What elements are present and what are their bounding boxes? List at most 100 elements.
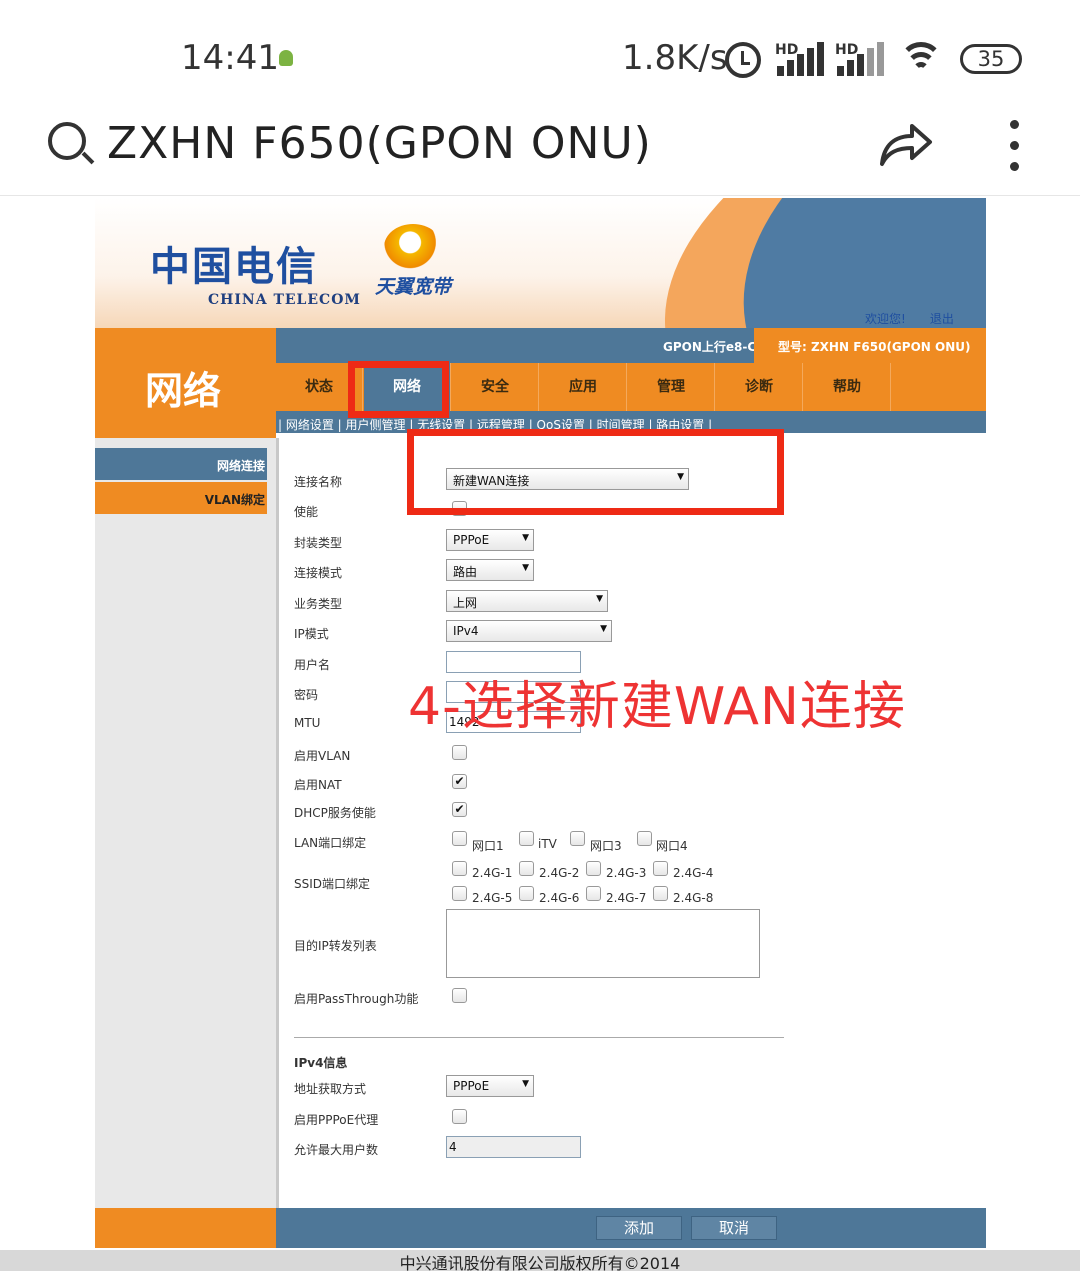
encap-select[interactable]: PPPoE — [446, 529, 534, 551]
tianyi-logo: 天翼宽带 — [375, 224, 451, 299]
tianyi-text: 天翼宽带 — [375, 276, 452, 298]
ssid-checkbox[interactable] — [586, 861, 601, 876]
tab-help[interactable]: 帮助 — [804, 363, 891, 411]
section-title: 网络 — [145, 369, 222, 413]
ssid-checkbox[interactable] — [653, 886, 668, 901]
nat-checkbox[interactable]: ✔ — [452, 774, 467, 789]
addr-method-label: 地址获取方式 — [294, 1082, 367, 1096]
pppoe-proxy-checkbox[interactable] — [452, 1109, 467, 1124]
left-menu: 网络连接 VLAN绑定 — [95, 438, 276, 1208]
header-banner: 中国电信 CHINA TELECOM 天翼宽带 欢迎您! 退出 — [95, 198, 986, 328]
hd-label: HD — [775, 42, 799, 58]
address-bar[interactable]: ZXHN F650(GPON ONU) — [0, 100, 1080, 196]
enable-label: 使能 — [294, 505, 319, 519]
tab-application[interactable]: 应用 — [540, 363, 627, 411]
vlan-checkbox[interactable] — [452, 745, 467, 760]
dhcp-label: DHCP服务使能 — [294, 806, 376, 820]
model-label: 型号: ZXHN F650(GPON ONU) — [754, 328, 986, 363]
ssid-checkbox[interactable] — [452, 861, 467, 876]
wan-form: 连接名称 新建WAN连接 使能 封装类型 PPPoE 连接模式 路由 业务类型 … — [276, 438, 986, 1208]
service-label: 业务类型 — [294, 597, 343, 611]
service-select[interactable]: 上网 — [446, 590, 608, 612]
ssid-label: 2.4G-2 — [539, 866, 580, 880]
page-title[interactable]: ZXHN F650(GPON ONU) — [107, 118, 652, 169]
ssid-label: 2.4G-1 — [472, 866, 513, 880]
copyright-footer: 中兴通讯股份有限公司版权所有©2014 — [0, 1250, 1080, 1271]
section-header: 网络 — [95, 328, 276, 438]
tab-management[interactable]: 管理 — [628, 363, 715, 411]
ipv4-section-header: IPv4信息 — [294, 1056, 348, 1070]
lan-port-label: 网口1 — [472, 839, 504, 853]
welcome-text: 欢迎您! — [865, 312, 906, 326]
ssid-label: 2.4G-7 — [606, 891, 647, 905]
lan-port-checkbox[interactable] — [570, 831, 585, 846]
mode-select[interactable]: 路由 — [446, 559, 534, 581]
cancel-button[interactable]: 取消 — [691, 1216, 777, 1240]
menu-item-vlan-binding[interactable]: VLAN绑定 — [95, 482, 267, 514]
search-icon[interactable] — [48, 122, 86, 160]
mode-label: 连接模式 — [294, 566, 343, 580]
logo-en-text: CHINA TELECOM — [208, 292, 361, 308]
china-telecom-logo: 中国电信 CHINA TELECOM — [150, 234, 361, 308]
highlight-conn-name — [407, 429, 784, 515]
passthrough-checkbox[interactable] — [452, 988, 467, 1003]
vlan-label: 启用VLAN — [294, 749, 351, 763]
menu-item-network-connection[interactable]: 网络连接 — [95, 448, 267, 480]
annotation-text: 4-选择新建WAN连接 — [408, 677, 906, 737]
wifi-icon — [898, 42, 944, 78]
passthrough-label: 启用PassThrough功能 — [294, 992, 419, 1006]
share-icon[interactable] — [878, 120, 934, 168]
tab-diagnosis[interactable]: 诊断 — [716, 363, 803, 411]
ssid-checkbox[interactable] — [519, 886, 534, 901]
lan-port-label: 网口3 — [590, 839, 622, 853]
signal-icon: HD — [835, 42, 885, 76]
logo-cn-text: 中国电信 — [150, 243, 318, 290]
mtu-label: MTU — [294, 716, 321, 730]
lan-port-label: iTV — [538, 837, 557, 851]
more-menu-icon[interactable] — [1010, 120, 1022, 171]
conn-name-label: 连接名称 — [294, 475, 343, 489]
battery-icon: 35 — [960, 44, 1022, 74]
ssid-label: 2.4G-6 — [539, 891, 580, 905]
action-bar: 添加 取消 — [276, 1208, 986, 1248]
logout-link[interactable]: 退出 — [930, 312, 954, 326]
ssid-checkbox[interactable] — [452, 886, 467, 901]
ipmode-label: IP模式 — [294, 627, 329, 641]
ipmode-select[interactable]: IPv4 — [446, 620, 612, 642]
lan-port-checkbox[interactable] — [637, 831, 652, 846]
android-icon — [279, 50, 293, 66]
dest-ip-label: 目的IP转发列表 — [294, 939, 377, 953]
alarm-icon — [725, 42, 761, 78]
ssid-label: 2.4G-8 — [673, 891, 714, 905]
clock: 14:41 — [181, 38, 279, 78]
max-users-input[interactable]: 4 — [446, 1136, 581, 1158]
username-label: 用户名 — [294, 658, 331, 672]
encap-label: 封装类型 — [294, 536, 343, 550]
ssid-bind-label: SSID端口绑定 — [294, 877, 371, 891]
divider — [294, 1037, 784, 1038]
dest-ip-textarea[interactable] — [446, 909, 760, 978]
pppoe-proxy-label: 启用PPPoE代理 — [294, 1113, 379, 1127]
addr-method-select[interactable]: PPPoE — [446, 1075, 534, 1097]
welcome-bar: 欢迎您! 退出 — [865, 310, 978, 327]
max-users-label: 允许最大用户数 — [294, 1143, 379, 1157]
lan-port-checkbox[interactable] — [519, 831, 534, 846]
info-bar: GPON上行e8-C 型号: ZXHN F650(GPON ONU) — [276, 328, 986, 363]
lan-port-checkbox[interactable] — [452, 831, 467, 846]
tianyi-swirl-icon — [384, 224, 442, 270]
ssid-checkbox[interactable] — [653, 861, 668, 876]
highlight-network-tab — [348, 361, 449, 418]
lan-bind-label: LAN端口绑定 — [294, 836, 367, 850]
dhcp-checkbox[interactable]: ✔ — [452, 802, 467, 817]
gpon-label: GPON上行e8-C — [663, 340, 757, 354]
password-label: 密码 — [294, 688, 319, 702]
lan-port-label: 网口4 — [656, 839, 688, 853]
status-bar: 14:41 1.8K/s HD HD 35 — [0, 0, 1080, 100]
nat-label: 启用NAT — [294, 778, 342, 792]
ssid-checkbox[interactable] — [586, 886, 601, 901]
tab-security[interactable]: 安全 — [452, 363, 539, 411]
add-button[interactable]: 添加 — [596, 1216, 682, 1240]
network-speed: 1.8K/s — [622, 38, 728, 78]
ssid-checkbox[interactable] — [519, 861, 534, 876]
ssid-label: 2.4G-4 — [673, 866, 714, 880]
